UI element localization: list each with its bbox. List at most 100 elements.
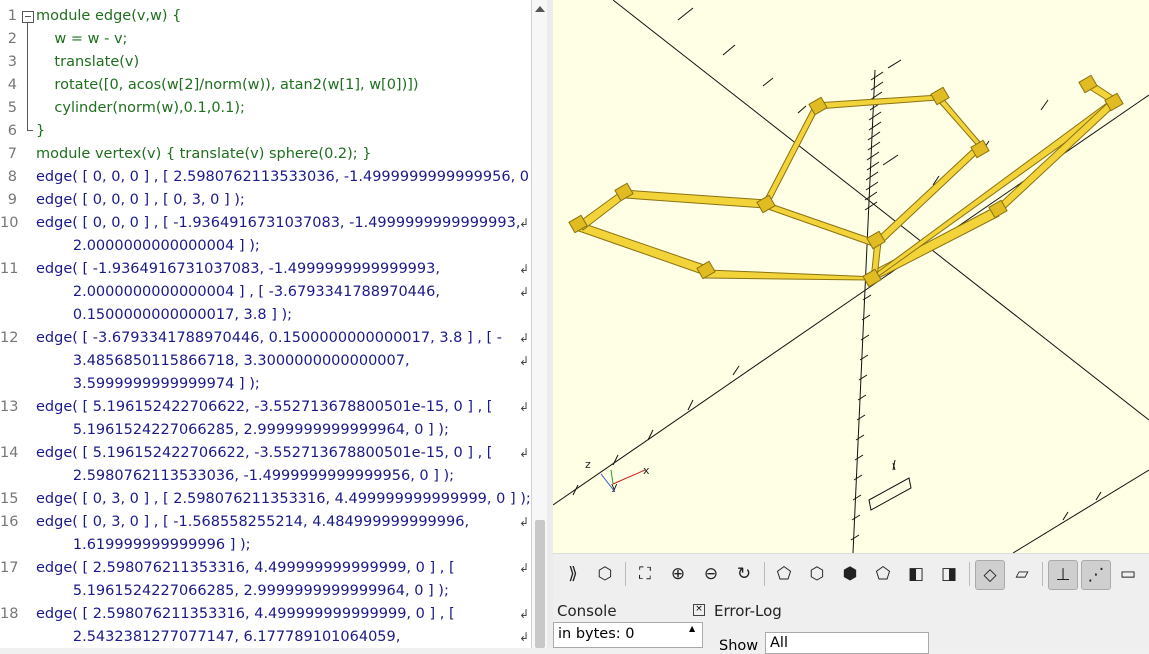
wrap-indicator-icon: ↲ [519,262,530,276]
show-label: Show [719,638,759,654]
axis-tick [762,77,774,87]
code-line[interactable]: edge( [ 5.196152422706622, -3.5527136788… [36,396,492,419]
code-line[interactable]: module vertex(v) { translate(v) sphere(0… [36,143,372,166]
view-front-icon[interactable]: ◧ [902,560,930,588]
line-number: 8 [7,169,17,185]
show-axes-icon[interactable]: ⊥ [1048,560,1078,590]
model-edges [575,79,1120,284]
code-line[interactable]: edge( [ 0, 0, 0 ] , [ 0, 3, 0 ] ); [36,189,245,212]
console-field[interactable]: in bytes: 0 [553,622,703,648]
spinner-up-icon[interactable]: ▲ [689,624,699,634]
view-right-icon[interactable]: ⬠ [770,560,798,588]
perspective-icon[interactable]: ◇ [975,560,1005,590]
tab-error-log[interactable]: Error-Log [714,602,782,620]
view-toolbar: ⟫ ⬡ ⛶ ⊕ ⊖ ↻ ⬠ ⬡ ⬢ ⬠ ◧ ◨ ◇ ▱ ⊥ ⋰ ▭ [553,553,1149,596]
toolbar-divider [1042,562,1043,586]
code-editor[interactable]: 1 module edge(v,w) {2 w = w - v; 3 transla… [0,0,531,648]
line-number: 3 [7,54,17,70]
zoom-out-icon[interactable]: ⊖ [697,560,725,588]
axis-line [1012,469,1149,553]
code-line[interactable]: translate(v) [36,51,139,74]
code-line[interactable]: 2.5980762113533036, -1.4999999999999956,… [36,465,454,488]
code-line[interactable]: rotate([0, acos(w[2]/norm(w)), atan2(w[1… [36,74,418,97]
axis-label-x: x [643,464,650,477]
render-icon[interactable]: ⬡ [591,560,619,588]
editor-scrollbar[interactable] [531,0,548,648]
reset-view-icon[interactable]: ↻ [730,560,758,588]
show-edges-icon[interactable]: ▭ [1114,560,1142,588]
view-back-icon[interactable]: ◨ [935,560,963,588]
code-line[interactable]: edge( [ 0, 3, 0 ] , [ -1.568558255214, 4… [36,511,469,534]
line-number: 2 [7,31,17,47]
code-line[interactable]: } [36,120,45,143]
code-line[interactable]: cylinder(norm(w),0.1,0.1); [36,97,245,120]
code-line[interactable]: edge( [ -3.6793341788970446, 0.150000000… [36,327,502,350]
axis-label-y: y [611,480,618,493]
wrap-indicator-icon: ↲ [519,285,530,299]
show-select[interactable]: All [765,632,929,654]
wrap-indicator-icon: ↲ [519,400,530,414]
line-number: 11 [0,261,19,277]
line-number: 17 [0,560,19,576]
axis-tick [732,365,740,376]
bottom-panel: Console × Error-Log in bytes: 0 ▲ Show A… [553,596,1149,654]
show-scale-icon[interactable]: ⋰ [1081,560,1111,590]
axis-tick [1095,491,1102,501]
line-number: 5 [7,100,17,116]
code-line[interactable]: 2.0000000000000004 ] ); [36,235,260,258]
scrollbar-thumb[interactable] [535,520,545,648]
axis-label-z: z [585,458,591,471]
toolbar-divider [625,562,626,586]
code-line[interactable]: edge( [ -1.9364916731037083, -1.49999999… [36,258,440,281]
axis-scale-label [868,462,912,511]
preview-icon[interactable]: ⟫ [559,560,587,588]
fold-toggle-icon[interactable] [22,11,34,23]
fold-guide [27,22,28,130]
tab-console[interactable]: Console [557,602,617,620]
orthogonal-icon[interactable]: ▱ [1008,560,1036,588]
view-left-icon[interactable]: ⬠ [869,560,897,588]
axis-tick [722,44,736,56]
wrap-indicator-icon: ↲ [519,607,530,621]
view-bottom-icon[interactable]: ⬢ [836,560,864,588]
axis-tick [677,7,694,21]
line-number: 6 [7,123,17,139]
wrap-indicator-icon: ↲ [519,515,530,529]
line-number: 7 [7,146,17,162]
code-line[interactable]: 2.0000000000000004 ] , [ -3.679334178897… [36,281,440,304]
wrap-indicator-icon: ↲ [519,630,530,644]
wrap-indicator-icon: ↲ [519,354,530,368]
code-line[interactable]: 0.1500000000000017, 3.8 ] ); [36,304,292,327]
wrap-indicator-icon: ↲ [519,561,530,575]
toolbar-divider [764,562,765,586]
wrap-indicator-icon: ↲ [519,331,530,345]
code-line[interactable]: 5.1961524227066285, 2.9999999999999964, … [36,580,449,603]
code-line[interactable]: module edge(v,w) { [36,5,181,28]
code-line[interactable]: edge( [ 2.598076211353316, 4.49999999999… [36,603,455,626]
zoom-all-icon[interactable]: ⛶ [631,560,659,588]
zoom-in-icon[interactable]: ⊕ [664,560,692,588]
code-line[interactable]: 2.5432381277077147, 6.177789101064059, [36,626,401,648]
wrap-indicator-icon: ↲ [519,446,530,460]
code-line[interactable]: edge( [ 5.196152422706622, -3.5527136788… [36,442,492,465]
code-line[interactable]: 1.619999999999996 ] ); [36,534,251,557]
viewport-canvas[interactable]: z y x [553,0,1149,553]
3d-viewport[interactable]: z y x [553,0,1149,553]
axis-gizmo: z y x [585,458,650,493]
code-line[interactable]: w = w - v; [36,28,127,51]
scroll-up-icon[interactable] [535,6,545,12]
code-line[interactable]: edge( [ 2.598076211353316, 4.49999999999… [36,557,455,580]
code-line[interactable]: 3.5999999999999974 ] ); [36,373,260,396]
code-line[interactable]: 3.4856850115866718, 3.3000000000000007, [36,350,410,373]
line-number: 16 [0,514,19,530]
code-line[interactable]: edge( [ 0, 3, 0 ] , [ 2.598076211353316,… [36,488,531,511]
code-line[interactable]: edge( [ 0, 0, 0 ] , [ 2.5980762113533036… [36,166,531,189]
code-line[interactable]: 5.1961524227066285, 2.9999999999999964, … [36,419,449,442]
toolbar-divider [969,562,970,586]
close-icon[interactable]: × [693,604,705,616]
axis-tick [687,399,694,411]
code-line[interactable]: edge( [ 0, 0, 0 ] , [ -1.936491673103708… [36,212,520,235]
view-top-icon[interactable]: ⬡ [803,560,831,588]
axis-line [612,0,1149,421]
axis-line [852,69,876,553]
